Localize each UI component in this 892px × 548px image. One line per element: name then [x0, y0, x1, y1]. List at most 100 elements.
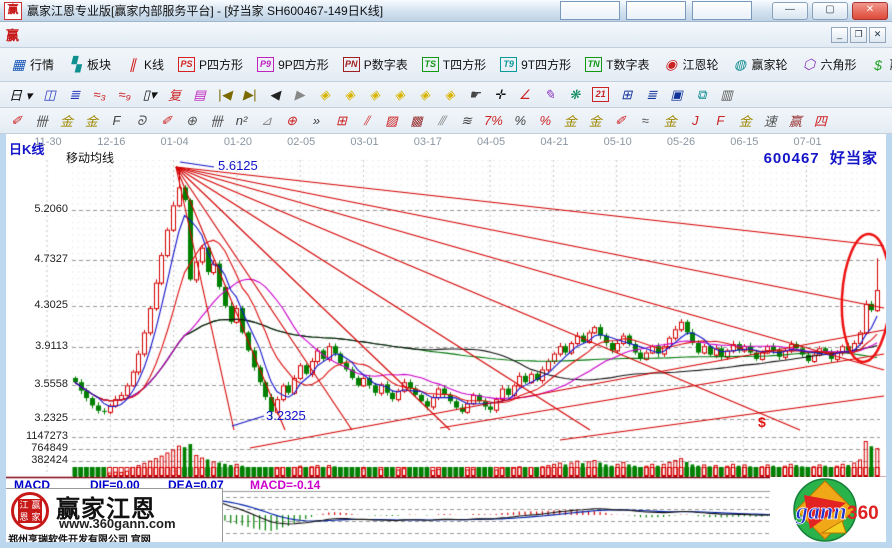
- detail-list-icon[interactable]: ≣: [62, 84, 87, 106]
- nine-p-square-button[interactable]: P9 9P四方形: [250, 53, 336, 76]
- mdi-window-button[interactable]: _: [831, 27, 848, 43]
- next-bar-button[interactable]: ▶: [287, 84, 312, 106]
- last-bar-button[interactable]: ▶|: [237, 84, 262, 106]
- gann360-badge: 4567890123456789012345678901234567890123…: [770, 477, 886, 542]
- annotate-brush-tool[interactable]: ✐: [608, 110, 633, 132]
- draw-tool[interactable]: ✎: [537, 84, 562, 106]
- p-square-button[interactable]: PS P四方形: [171, 53, 250, 76]
- shaded-box-tool[interactable]: ▩: [404, 110, 429, 132]
- diamond-center[interactable]: ◈: [437, 84, 462, 106]
- speed-fan-tool[interactable]: 速: [758, 108, 783, 133]
- spiral-tool[interactable]: ᘐ: [129, 110, 154, 132]
- customer-service-button[interactable]: [560, 1, 620, 20]
- print-icon[interactable]: ▥: [714, 84, 739, 106]
- hexagon-button[interactable]: ⬡ 六角形: [795, 53, 864, 76]
- percent-line-tool[interactable]: %: [533, 110, 558, 131]
- export-icon[interactable]: ⧉: [689, 84, 714, 106]
- n-squared-tool[interactable]: n²: [229, 110, 254, 131]
- restore-icon[interactable]: 复: [162, 82, 187, 107]
- gold-grid-2-tool[interactable]: 金: [79, 108, 104, 133]
- draw-toolbar-icon: 金: [663, 111, 678, 130]
- fan-lines-tool[interactable]: ⫽: [354, 110, 379, 132]
- nav-toolbar-icon: ❋: [567, 87, 582, 103]
- marker-brush-tool[interactable]: ✐: [154, 110, 179, 132]
- menu-settings[interactable]: [127, 33, 147, 37]
- gold-line-tool[interactable]: 金: [583, 108, 608, 133]
- wave-overlay-tool[interactable]: ≈: [633, 110, 658, 131]
- winner-service-button[interactable]: $ 赢家服务: [864, 53, 892, 76]
- f-angle-tool[interactable]: F: [708, 110, 733, 131]
- ruler-grid-tool[interactable]: 卌: [204, 108, 229, 133]
- fibonacci-grid-tool[interactable]: F: [104, 110, 129, 131]
- gold-circle-tool[interactable]: 金: [558, 108, 583, 133]
- angle-measure-tool[interactable]: ∠: [512, 84, 537, 106]
- menu-window[interactable]: [167, 33, 187, 37]
- color-volume-icon[interactable]: ▤: [187, 84, 212, 106]
- kline-button[interactable]: ∥ K线: [118, 53, 171, 76]
- close-button[interactable]: ✕: [852, 2, 888, 20]
- t-number-table-button[interactable]: TN T数字表: [578, 53, 656, 76]
- wave-9-icon[interactable]: ≈₉: [112, 84, 137, 105]
- diamond-expand[interactable]: ◈: [362, 84, 387, 106]
- wave-band-tool[interactable]: ≋: [454, 110, 479, 132]
- fan-box-tool[interactable]: ▨: [379, 110, 404, 132]
- diamond-scroll-left[interactable]: ◈: [312, 84, 337, 106]
- flag-tool[interactable]: ⊿: [254, 110, 279, 132]
- p-number-table-button[interactable]: PN P数字表: [336, 53, 415, 76]
- prev-bar-button[interactable]: ◀: [262, 84, 287, 106]
- wave-3-icon[interactable]: ≈₃: [87, 84, 112, 105]
- sectors-button[interactable]: ▚ 板块: [61, 53, 118, 76]
- candle-style-dropdown[interactable]: ▯▾: [137, 84, 162, 106]
- four-line-tool[interactable]: 四: [808, 108, 833, 133]
- menu-formula-stock-pick[interactable]: [107, 33, 127, 37]
- wheel-overlay-tool[interactable]: ⊕: [179, 110, 204, 132]
- j-angle-tool[interactable]: J: [683, 110, 708, 131]
- target-tool[interactable]: ⊕: [279, 110, 304, 132]
- t-square-button[interactable]: TS T四方形: [415, 53, 493, 76]
- winner-fan-tool[interactable]: 赢: [783, 108, 808, 133]
- save-icon[interactable]: ▣: [664, 84, 689, 106]
- brush-tool[interactable]: ✐: [4, 110, 29, 132]
- period-dropdown[interactable]: 日 ▾: [4, 82, 37, 107]
- box-grid-tool[interactable]: ⊞: [329, 110, 354, 132]
- diamond-fit-all[interactable]: ◈: [412, 84, 437, 106]
- gold-grid-tool[interactable]: 金: [54, 108, 79, 133]
- seven-percent-tool[interactable]: 7%: [479, 110, 508, 131]
- pattern-tool[interactable]: ❋: [562, 84, 587, 106]
- percent-tool[interactable]: %: [508, 110, 533, 131]
- calculator-icon[interactable]: ⊞: [614, 84, 639, 106]
- diamond-compress[interactable]: ◈: [387, 84, 412, 106]
- y-axis-price-label: 4.3025: [12, 299, 68, 311]
- crosshair-tool[interactable]: ✛: [487, 84, 512, 106]
- menu-trade-order[interactable]: [187, 33, 207, 37]
- hand-tool[interactable]: ☛: [462, 84, 487, 106]
- winner-wheel-button[interactable]: ◍ 赢家轮: [725, 53, 794, 76]
- notebook-icon[interactable]: ≣: [639, 84, 664, 106]
- golden-fan-tool[interactable]: 金: [733, 108, 758, 133]
- homepage-button[interactable]: [692, 1, 752, 20]
- gann-grid-tool[interactable]: 卌: [29, 108, 54, 133]
- menu-help[interactable]: [207, 33, 227, 37]
- minimize-button[interactable]: —: [772, 2, 808, 20]
- mdi-window-button[interactable]: ✕: [869, 27, 886, 43]
- nine-t-square-button[interactable]: T9 9T四方形: [493, 53, 578, 76]
- gann-wheel-button[interactable]: ◉ 江恩轮: [656, 53, 725, 76]
- first-bar-button[interactable]: |◀: [212, 84, 237, 106]
- menu-gann[interactable]: [87, 33, 107, 37]
- more-tools-chevron[interactable]: »: [304, 110, 329, 131]
- menu-news[interactable]: [67, 33, 87, 37]
- quotes-button[interactable]: ▦ 行情: [4, 53, 61, 76]
- menu-tools[interactable]: [147, 33, 167, 37]
- window-layout-icon[interactable]: ◫: [37, 84, 62, 106]
- menu-browse[interactable]: [47, 33, 67, 37]
- maximize-button[interactable]: ▢: [812, 2, 848, 20]
- draw-toolbar-icon: 速: [763, 111, 778, 130]
- menu-file[interactable]: [27, 33, 47, 37]
- draw-toolbar-icon: ≈: [638, 113, 653, 128]
- diamond-scroll-right[interactable]: ◈: [337, 84, 362, 106]
- gold-angle-tool[interactable]: 金: [658, 108, 683, 133]
- forum-button[interactable]: [626, 1, 686, 20]
- ray-lines-tool[interactable]: ⫻: [429, 110, 454, 132]
- mdi-window-button[interactable]: ❐: [850, 27, 867, 43]
- calendar-icon[interactable]: 21: [587, 84, 614, 105]
